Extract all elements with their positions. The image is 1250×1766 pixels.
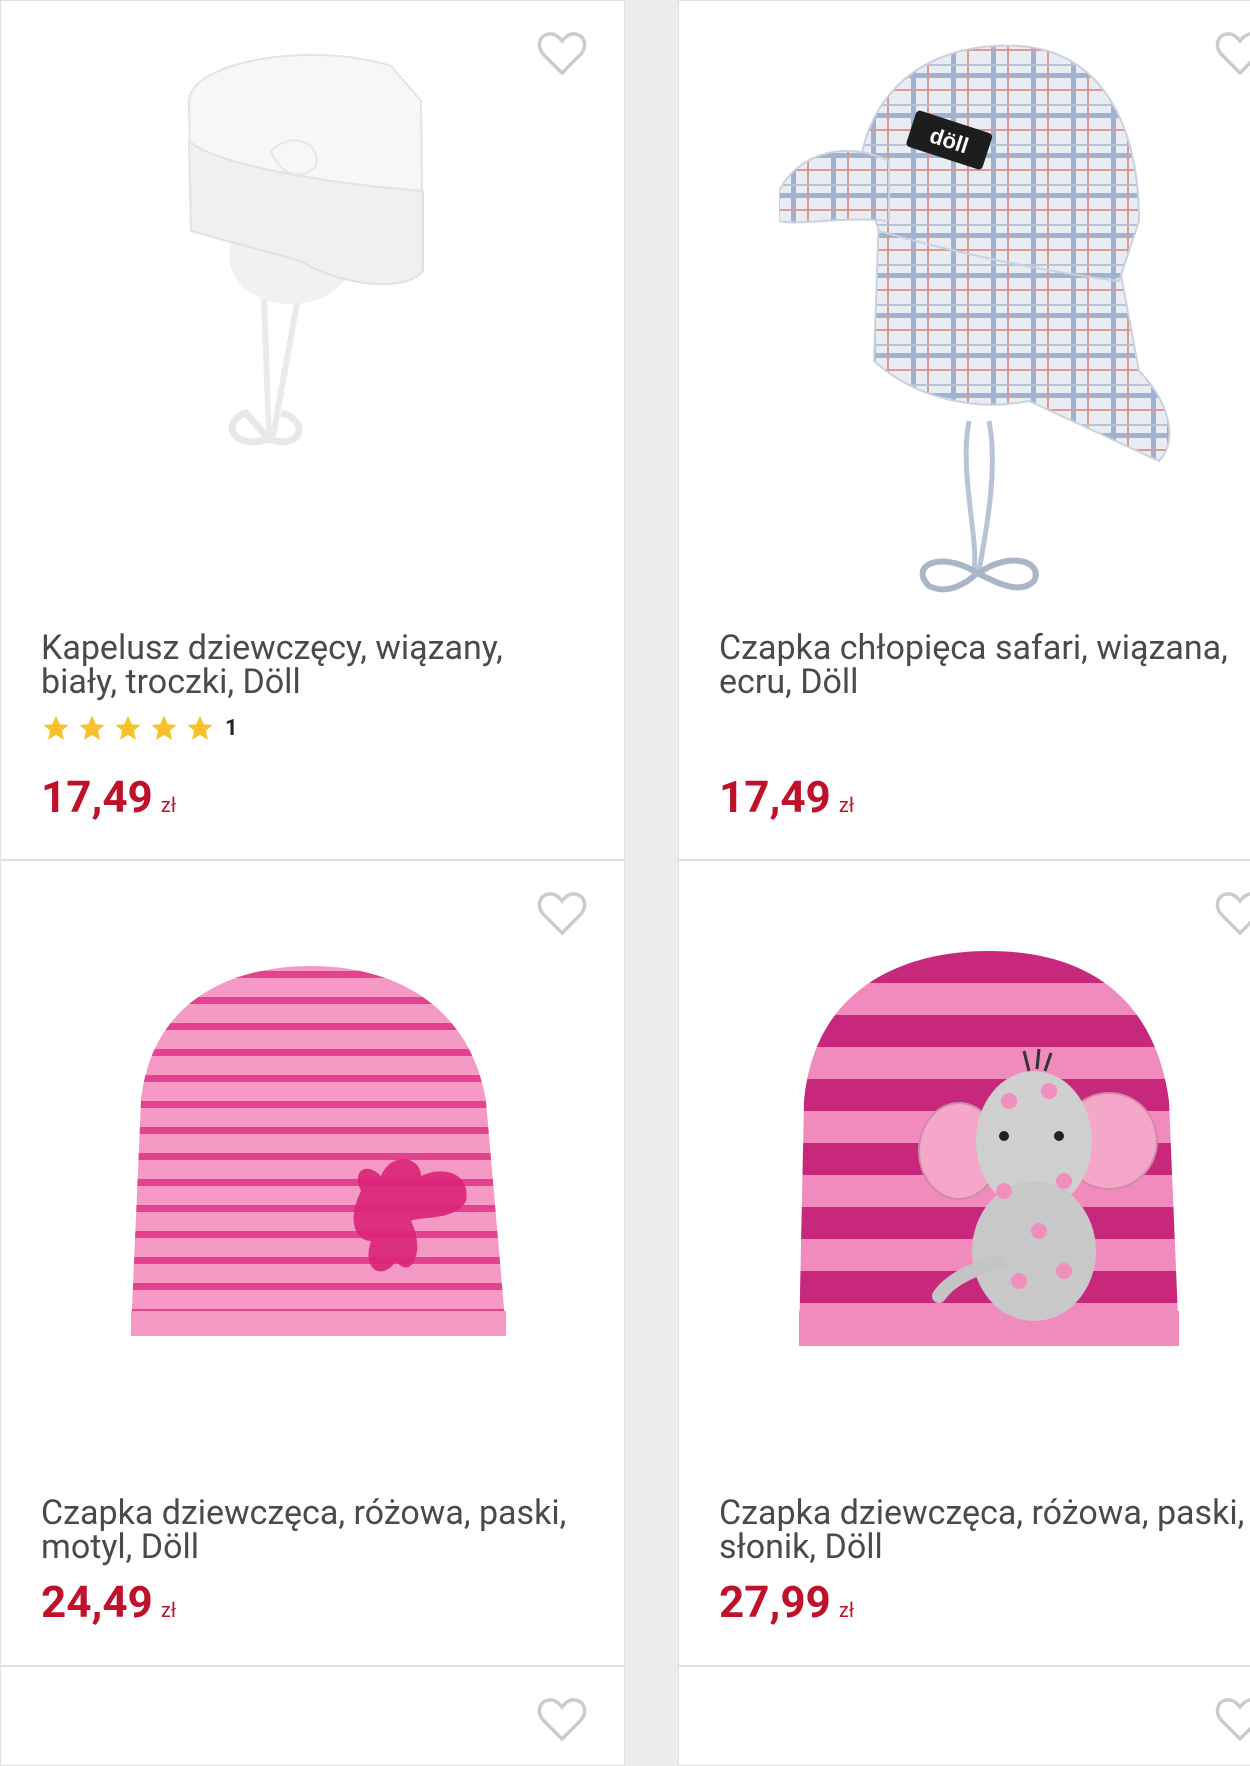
rating-stars: 1 (41, 713, 238, 743)
heart-outline-icon[interactable] (1214, 29, 1250, 77)
rating-count: 1 (225, 715, 238, 741)
heart-outline-icon[interactable] (536, 889, 588, 937)
heart-outline-icon[interactable] (1214, 1695, 1250, 1743)
product-title[interactable]: Czapka dziewczęca, różowa, paski, motyl,… (41, 1496, 604, 1564)
product-card[interactable] (678, 1666, 1250, 1766)
currency: zł (838, 1598, 855, 1622)
product-title[interactable]: Czapka chłopięca safari, wiązana, ecru, … (719, 631, 1250, 699)
price-value: 27,99 (719, 1576, 831, 1628)
star-icon (115, 715, 141, 740)
product-title[interactable]: Czapka dziewczęca, różowa, paski, słonik… (719, 1496, 1250, 1564)
product-card[interactable]: Czapka dziewczęca, różowa, paski, słonik… (678, 860, 1250, 1666)
price-value: 17,49 (41, 771, 153, 823)
product-image[interactable] (121, 961, 511, 1361)
product-card[interactable]: döll Czapka chłopięca safari, wiązana, e… (678, 0, 1250, 860)
product-image[interactable] (151, 41, 451, 561)
product-price: 24,49 zł (41, 1576, 176, 1628)
star-icon (151, 715, 177, 740)
heart-outline-icon[interactable] (536, 1695, 588, 1743)
star-icon (79, 715, 105, 740)
currency: zł (838, 793, 855, 817)
price-value: 24,49 (41, 1576, 153, 1628)
price-value: 17,49 (719, 771, 831, 823)
product-card[interactable]: Czapka dziewczęca, różowa, paski, motyl,… (0, 860, 625, 1666)
star-icon (187, 715, 213, 740)
product-image[interactable]: döll (779, 21, 1179, 611)
heart-outline-icon[interactable] (536, 29, 588, 77)
product-card[interactable] (0, 1666, 625, 1766)
product-price: 17,49 zł (41, 771, 176, 823)
product-price: 17,49 zł (719, 771, 854, 823)
product-card[interactable]: Kapelusz dziewczęcy, wiązany, biały, tro… (0, 0, 625, 860)
heart-outline-icon[interactable] (1214, 889, 1250, 937)
product-title[interactable]: Kapelusz dziewczęcy, wiązany, biały, tro… (41, 631, 604, 699)
product-image[interactable] (789, 951, 1189, 1371)
product-price: 27,99 zł (719, 1576, 854, 1628)
currency: zł (160, 793, 177, 817)
currency: zł (160, 1598, 177, 1622)
star-icon (43, 715, 69, 740)
